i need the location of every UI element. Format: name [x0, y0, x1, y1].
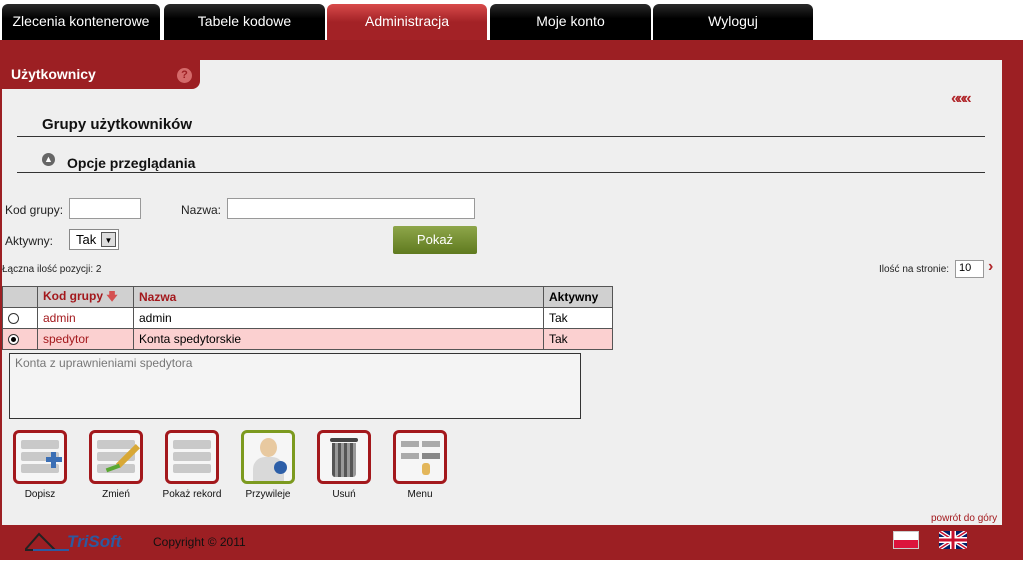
cell-code[interactable]: admin — [37, 307, 134, 329]
view-record-button-label: Pokaż rekord — [162, 489, 222, 500]
trash-icon — [317, 430, 371, 484]
name-input[interactable] — [227, 198, 475, 219]
view-record-icon — [165, 430, 219, 484]
options-title[interactable]: Opcje przeglądania — [67, 155, 195, 171]
tab-administracja[interactable]: Administracja — [327, 4, 487, 40]
column-header-name[interactable]: Nazwa — [133, 286, 544, 308]
delete-button-label: Usuń — [332, 489, 356, 500]
cell-active: Tak — [543, 328, 613, 350]
edit-button[interactable]: Zmień — [80, 430, 152, 500]
cell-name: Konta spedytorskie — [133, 328, 544, 350]
cell-name: admin — [133, 307, 544, 329]
row-radio-cell — [2, 307, 38, 329]
top-navigation: Zlecenia kontenerowe Tabele kodowe Admin… — [0, 0, 1023, 40]
active-select-value: Tak — [76, 232, 97, 247]
table-header-row: Kod grupy 🡇 Nazwa Aktywny — [2, 286, 613, 308]
add-button[interactable]: Dopisz — [4, 430, 76, 500]
view-record-button[interactable]: Pokaż rekord — [156, 430, 228, 500]
page-title: Grupy użytkowników — [42, 116, 193, 133]
section-title: Użytkownicy — [11, 66, 96, 82]
table-row[interactable]: admin admin Tak — [2, 307, 613, 329]
chevron-down-icon: ▼ — [101, 232, 116, 247]
svg-text:TriSoft: TriSoft — [67, 532, 123, 551]
divider — [17, 172, 985, 173]
column-header-active[interactable]: Aktywny — [543, 286, 613, 308]
table-row[interactable]: spedytor Konta spedytorskie Tak — [2, 328, 613, 350]
delete-button[interactable]: Usuń — [308, 430, 380, 500]
column-header-code-label: Kod grupy — [43, 288, 103, 303]
select-column-header — [2, 286, 38, 308]
tab-tabele[interactable]: Tabele kodowe — [164, 4, 325, 40]
cell-active: Tak — [543, 307, 613, 329]
privileges-button[interactable]: Przywileje — [232, 430, 304, 500]
copyright: Copyright © 2011 — [153, 535, 246, 549]
per-page-input[interactable]: 10 — [955, 260, 984, 278]
code-label: Kod grupy: — [5, 203, 64, 217]
menu-button[interactable]: Menu — [384, 430, 456, 500]
row-radio-cell — [2, 328, 38, 350]
back-arrows-icon[interactable]: ««« — [951, 90, 972, 108]
privileges-button-label: Przywileje — [245, 489, 291, 500]
arrow-down-icon[interactable]: 🡇 — [106, 291, 117, 303]
description-box: Konta z uprawnieniami spedytora — [9, 353, 581, 419]
groups-table: Kod grupy 🡇 Nazwa Aktywny admin admin Ta… — [2, 286, 613, 350]
back-to-top-link[interactable]: powrót do góry — [931, 513, 997, 524]
row-radio[interactable] — [8, 334, 19, 346]
active-select[interactable]: Tak ▼ — [69, 229, 119, 250]
total-count: Łączna ilość pozycji: 2 — [2, 264, 102, 275]
row-radio[interactable] — [8, 313, 19, 325]
app-root: Zlecenia kontenerowe Tabele kodowe Admin… — [0, 0, 1023, 563]
tab-zlecenia[interactable]: Zlecenia kontenerowe — [2, 4, 160, 40]
edit-button-label: Zmień — [102, 489, 130, 500]
flag-en-icon[interactable] — [937, 529, 969, 551]
section-header: Użytkownicy ? — [2, 60, 200, 89]
next-page-icon[interactable]: › — [988, 258, 993, 276]
add-button-label: Dopisz — [24, 489, 56, 500]
menu-button-label: Menu — [407, 489, 433, 500]
edit-icon — [89, 430, 143, 484]
code-input[interactable] — [69, 198, 141, 219]
tab-moje-konto[interactable]: Moje konto — [490, 4, 651, 40]
per-page-label: Ilość na stronie: — [879, 264, 950, 275]
name-label: Nazwa: — [181, 203, 222, 217]
privileges-icon — [241, 430, 295, 484]
active-label: Aktywny: — [5, 234, 54, 248]
trisoft-logo: TriSoft — [22, 530, 135, 552]
cell-code[interactable]: spedytor — [37, 328, 134, 350]
tab-wyloguj[interactable]: Wyloguj — [653, 4, 813, 40]
collapse-up-icon[interactable]: ▲ — [42, 153, 55, 166]
show-button[interactable]: Pokaż — [393, 226, 477, 254]
menu-icon — [393, 430, 447, 484]
column-header-code[interactable]: Kod grupy 🡇 — [37, 286, 134, 308]
add-record-icon — [13, 430, 67, 484]
divider — [17, 136, 985, 137]
question-icon[interactable]: ? — [177, 68, 192, 83]
flag-pl-icon[interactable] — [893, 531, 919, 549]
